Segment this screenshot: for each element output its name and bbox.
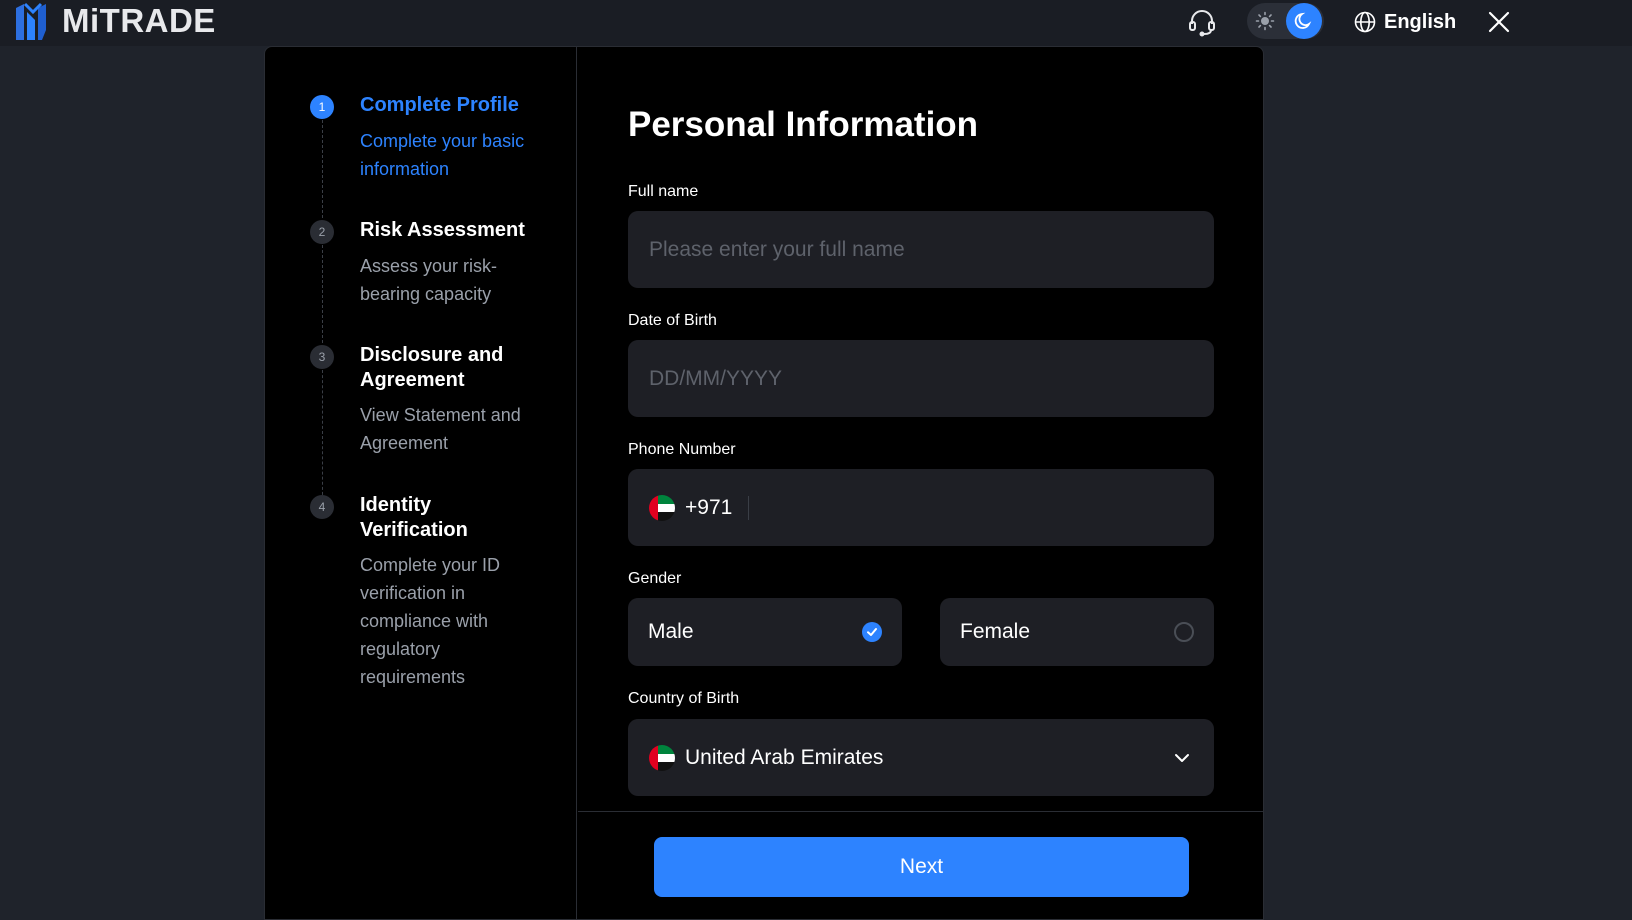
step-title: Complete Profile — [360, 94, 519, 116]
gender-option-female[interactable]: Female — [940, 598, 1214, 666]
phone-divider — [748, 495, 750, 520]
checked-radio-icon[interactable] — [862, 622, 882, 642]
phone-input[interactable] — [763, 495, 1193, 520]
step-number: 3 — [310, 345, 334, 369]
step-connector — [322, 370, 323, 500]
country-label: Country of Birth — [628, 690, 740, 707]
language-label: English — [1384, 10, 1457, 33]
next-button[interactable]: Next — [654, 837, 1189, 897]
page-title: Personal Information — [628, 105, 979, 144]
gender-option-label: Female — [960, 620, 1031, 643]
step-description: Complete your ID verification in complia… — [360, 555, 501, 687]
unchecked-radio-icon[interactable] — [1174, 622, 1194, 642]
chevron-down-icon[interactable] — [1171, 747, 1193, 769]
phone-country-code[interactable]: +971 — [685, 496, 732, 520]
country-value: United Arab Emirates — [685, 745, 884, 769]
step-description: View Statement and Agreement — [360, 405, 521, 453]
dob-field[interactable] — [628, 340, 1214, 417]
headset-icon[interactable] — [1186, 6, 1218, 38]
top-bar: MiTRADE English — [0, 0, 1632, 46]
theme-toggle[interactable] — [1247, 3, 1324, 39]
step-connector — [322, 245, 323, 343]
step-number: 2 — [310, 220, 334, 244]
country-select[interactable]: United Arab Emirates — [628, 719, 1214, 796]
mitrade-logo-icon — [16, 2, 46, 40]
phone-field[interactable]: +971 — [628, 469, 1214, 546]
gender-option-male[interactable]: Male — [628, 598, 902, 666]
phone-label: Phone Number — [628, 441, 736, 458]
step-connector — [322, 120, 323, 218]
form-footer: Next — [578, 811, 1263, 919]
close-icon[interactable] — [1485, 8, 1513, 36]
dob-label: Date of Birth — [628, 312, 717, 329]
steps-sidebar: 1 Complete Profile Complete your basic i… — [265, 47, 577, 919]
full-name-label: Full name — [628, 183, 699, 200]
step-description: Assess your risk-bearing capacity — [360, 256, 498, 304]
language-selector[interactable]: English — [1354, 6, 1456, 38]
dob-input[interactable] — [649, 366, 1193, 391]
onboarding-card: 1 Complete Profile Complete your basic i… — [264, 46, 1264, 920]
step-description: Complete your basic information — [360, 131, 525, 179]
uae-flag-icon — [649, 744, 675, 771]
full-name-field[interactable] — [628, 211, 1214, 288]
full-name-input[interactable] — [649, 237, 1193, 262]
sun-icon[interactable] — [1247, 3, 1283, 39]
step-title: Identity Verification — [360, 494, 468, 541]
brand-name: MiTRADE — [62, 2, 216, 39]
step-title: Disclosure and Agreement — [360, 344, 504, 391]
step-number: 4 — [310, 495, 334, 519]
moon-icon[interactable] — [1286, 3, 1322, 39]
step-number: 1 — [310, 95, 334, 119]
gender-option-label: Male — [648, 620, 694, 643]
personal-info-form: Personal Information Full name Date of B… — [578, 47, 1263, 811]
brand-logo[interactable]: MiTRADE — [12, 0, 216, 42]
step-title: Risk Assessment — [360, 219, 525, 241]
globe-icon — [1354, 11, 1376, 33]
gender-label: Gender — [628, 570, 682, 587]
uae-flag-icon[interactable] — [649, 494, 675, 521]
